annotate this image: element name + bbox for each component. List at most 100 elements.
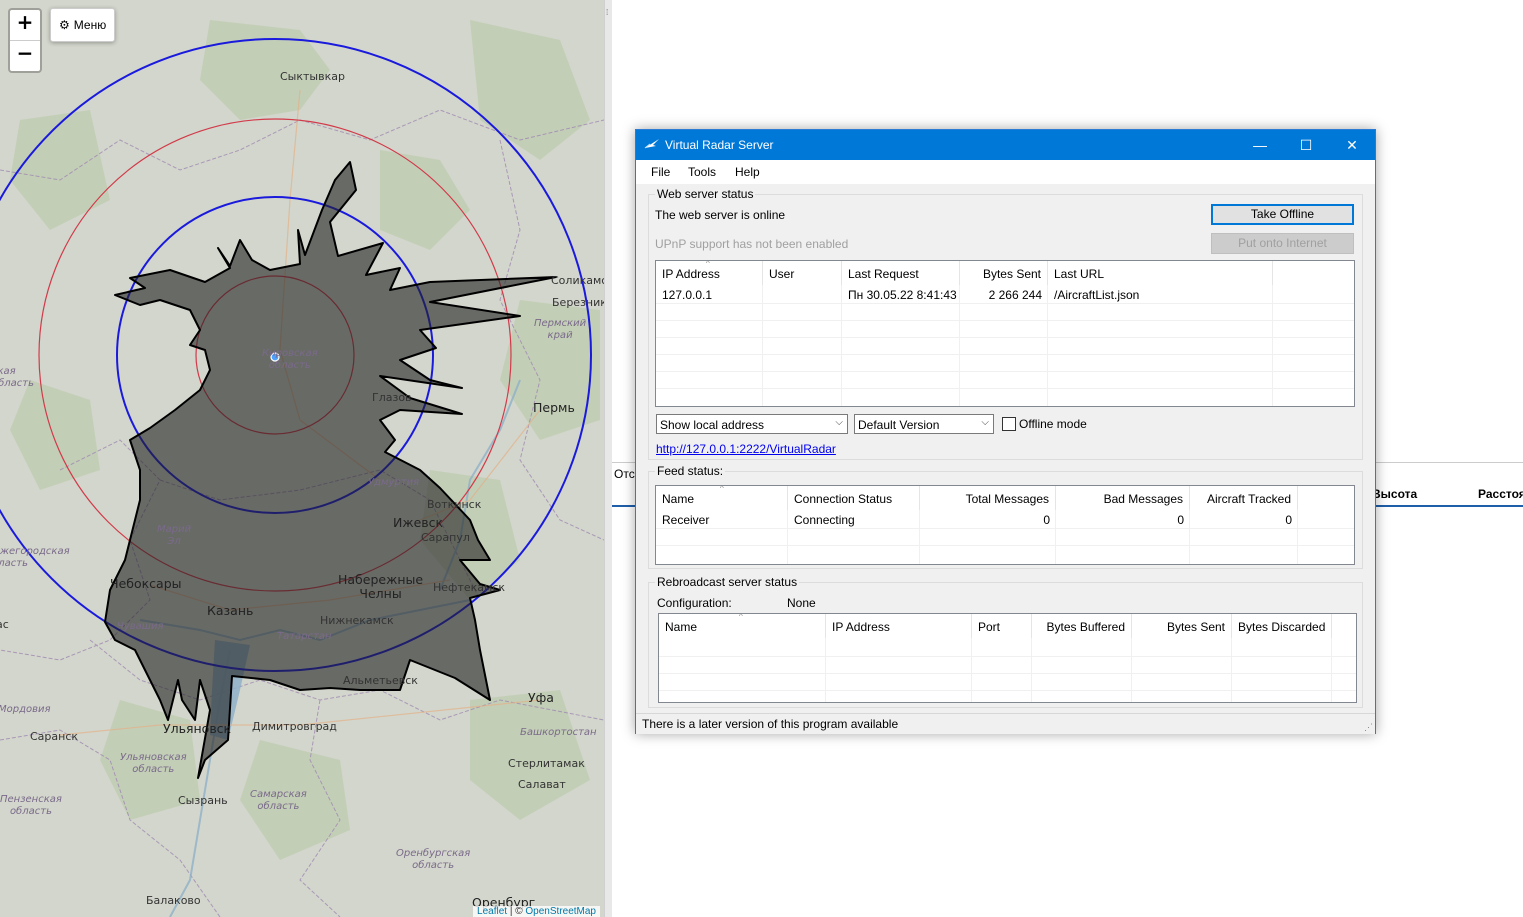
- menu-tools[interactable]: Tools: [688, 165, 716, 179]
- map-label-syktyvkar: Сыктывкар: [280, 70, 345, 83]
- grid-line: [659, 673, 1356, 674]
- map-label-salavat: Салават: [518, 778, 566, 791]
- map-canvas[interactable]: [0, 0, 604, 917]
- column-header-last-url[interactable]: Last URL: [1048, 261, 1273, 285]
- cell-last-url: /AircraftList.json: [1054, 288, 1140, 302]
- cell-name: Receiver: [662, 513, 710, 527]
- column-header-distance[interactable]: Расстоя: [1478, 487, 1523, 501]
- cell-connection-status: Connecting: [794, 513, 855, 527]
- grid-line: [659, 656, 1356, 657]
- rebroadcast-list[interactable]: ^ Name IP Address Port Bytes Buffered By…: [658, 613, 1357, 703]
- title-bar[interactable]: Virtual Radar Server — ☐ ✕: [636, 130, 1375, 160]
- virtual-radar-url-link[interactable]: http://127.0.0.1:2222/VirtualRadar: [656, 442, 836, 456]
- configuration-label: Configuration:: [657, 596, 732, 610]
- grid-line: [1031, 638, 1032, 702]
- close-button[interactable]: ✕: [1329, 130, 1375, 160]
- cell-ip-address: 127.0.0.1: [662, 288, 713, 302]
- feed-list[interactable]: ^ Name Connection Status Total Messages …: [655, 485, 1355, 565]
- column-header-connection-status[interactable]: Connection Status: [788, 486, 920, 510]
- chevron-down-icon: ⌵: [835, 417, 843, 428]
- splitter-grip-icon: ⁞: [606, 8, 609, 17]
- cell-bytes-sent: 2 266 244: [988, 288, 1042, 302]
- leaflet-link[interactable]: Leaflet: [477, 906, 507, 917]
- offline-mode-label[interactable]: Offline mode: [1019, 417, 1087, 431]
- menu-bar: File Tools Help: [636, 160, 1375, 184]
- map-label-balakovo: Балаково: [146, 894, 201, 907]
- grid-line: [656, 337, 1354, 338]
- address-combo[interactable]: Show local address ⌵: [656, 414, 848, 434]
- column-header-bytes-discarded[interactable]: Bytes Discarded: [1232, 614, 1332, 638]
- status-bar: There is a later version of this program…: [636, 713, 1375, 734]
- map-label-left-edge: ас: [0, 618, 9, 631]
- upnp-status-text: UPnP support has not been enabled: [655, 237, 849, 251]
- zoom-in-button[interactable]: +: [10, 10, 40, 40]
- column-header-port[interactable]: Port: [972, 614, 1032, 638]
- map-menu-label: Меню: [73, 18, 107, 32]
- map-label-sarapul: Сарапул: [421, 531, 470, 544]
- cell-last-request: Пн 30.05.22 8:41:43: [848, 288, 957, 302]
- status-bar-text: There is a later version of this program…: [642, 717, 899, 731]
- grid-line: [656, 388, 1354, 389]
- map-label-udmurtia: Удмуртия: [368, 477, 420, 488]
- column-header-bytes-sent[interactable]: Bytes Sent: [1132, 614, 1232, 638]
- map-label-izhevsk: Ижевск: [393, 515, 444, 530]
- zoom-out-button[interactable]: −: [10, 40, 40, 71]
- gear-icon: ⚙: [59, 18, 70, 32]
- column-header-user[interactable]: User: [763, 261, 842, 285]
- map-menu-button[interactable]: ⚙ Меню: [50, 8, 116, 42]
- map-label-berezniki: Березники: [552, 296, 604, 309]
- version-combo[interactable]: Default Version ⌵: [854, 414, 994, 434]
- map-label-syzran: Сызрань: [178, 794, 228, 807]
- column-header-last-request[interactable]: Last Request: [842, 261, 960, 285]
- column-header-name[interactable]: Name: [659, 614, 826, 638]
- map-pane[interactable]: Сыктывкар Соликамск Березники Пермский к…: [0, 0, 604, 917]
- grid-line: [1231, 638, 1232, 702]
- column-header-total-messages[interactable]: Total Messages: [920, 486, 1056, 510]
- map-label-saransk: Саранск: [30, 730, 79, 743]
- map-label-kazan: Казань: [207, 603, 254, 618]
- map-label-mari-el: Марий Эл: [157, 524, 192, 547]
- openstreetmap-link[interactable]: OpenStreetMap: [525, 906, 596, 917]
- map-label-nizhnekamsk: Нижнекамск: [320, 614, 394, 627]
- grid-line: [656, 371, 1354, 372]
- grid-line: [656, 528, 1354, 529]
- map-label-glazov: Глазов: [372, 391, 412, 404]
- cell-bad-messages: 0: [1177, 513, 1184, 527]
- configuration-value: None: [787, 596, 816, 610]
- cell-total-messages: 0: [1043, 513, 1050, 527]
- column-header-name[interactable]: Name: [656, 486, 788, 510]
- column-header-bad-messages[interactable]: Bad Messages: [1056, 486, 1190, 510]
- maximize-button[interactable]: ☐: [1283, 130, 1329, 160]
- chevron-down-icon: ⌵: [981, 417, 989, 428]
- grid-line: [971, 638, 972, 702]
- feed-status-title: Feed status:: [655, 464, 726, 478]
- offline-mode-checkbox[interactable]: [1002, 417, 1016, 431]
- menu-help[interactable]: Help: [735, 165, 760, 179]
- map-label-samara-region: Самарская область: [250, 789, 307, 812]
- rebroadcast-status-title: Rebroadcast server status: [655, 575, 800, 589]
- column-header-ip-address[interactable]: IP Address: [656, 261, 763, 285]
- column-header-bytes-buffered[interactable]: Bytes Buffered: [1032, 614, 1132, 638]
- column-header-bytes-sent[interactable]: Bytes Sent: [960, 261, 1048, 285]
- take-offline-button[interactable]: Take Offline: [1211, 204, 1354, 225]
- map-label-dimitrovgrad: Димитровград: [252, 720, 337, 733]
- grid-line: [656, 303, 1354, 304]
- menu-file[interactable]: File: [651, 165, 670, 179]
- map-label-left-region: ская область: [0, 366, 35, 389]
- map-label-perm-region: Пермский край: [534, 318, 587, 341]
- column-header-ip-address[interactable]: IP Address: [826, 614, 972, 638]
- put-onto-internet-button[interactable]: Put onto Internet: [1211, 233, 1354, 254]
- web-server-status-text: The web server is online: [655, 208, 786, 222]
- radar-plane-icon: [644, 138, 660, 153]
- map-label-kirov-region: Кировская область: [262, 348, 318, 371]
- tab-fragment[interactable]: Отс: [614, 467, 635, 481]
- web-clients-list[interactable]: ^ IP Address User Last Request Bytes Sen…: [655, 260, 1355, 407]
- column-header-altitude[interactable]: Высота: [1372, 487, 1417, 501]
- version-combo-value: Default Version: [858, 418, 940, 432]
- attribution-separator: | ©: [507, 906, 526, 917]
- resize-grip-icon[interactable]: ⋰: [1364, 722, 1373, 733]
- column-header-aircraft-tracked[interactable]: Aircraft Tracked: [1190, 486, 1298, 510]
- map-label-ulyanovsk: Ульяновск: [163, 721, 232, 736]
- map-label-naberezhnye-chelny: Набережные Челны: [338, 572, 424, 601]
- minimize-button[interactable]: —: [1237, 130, 1283, 160]
